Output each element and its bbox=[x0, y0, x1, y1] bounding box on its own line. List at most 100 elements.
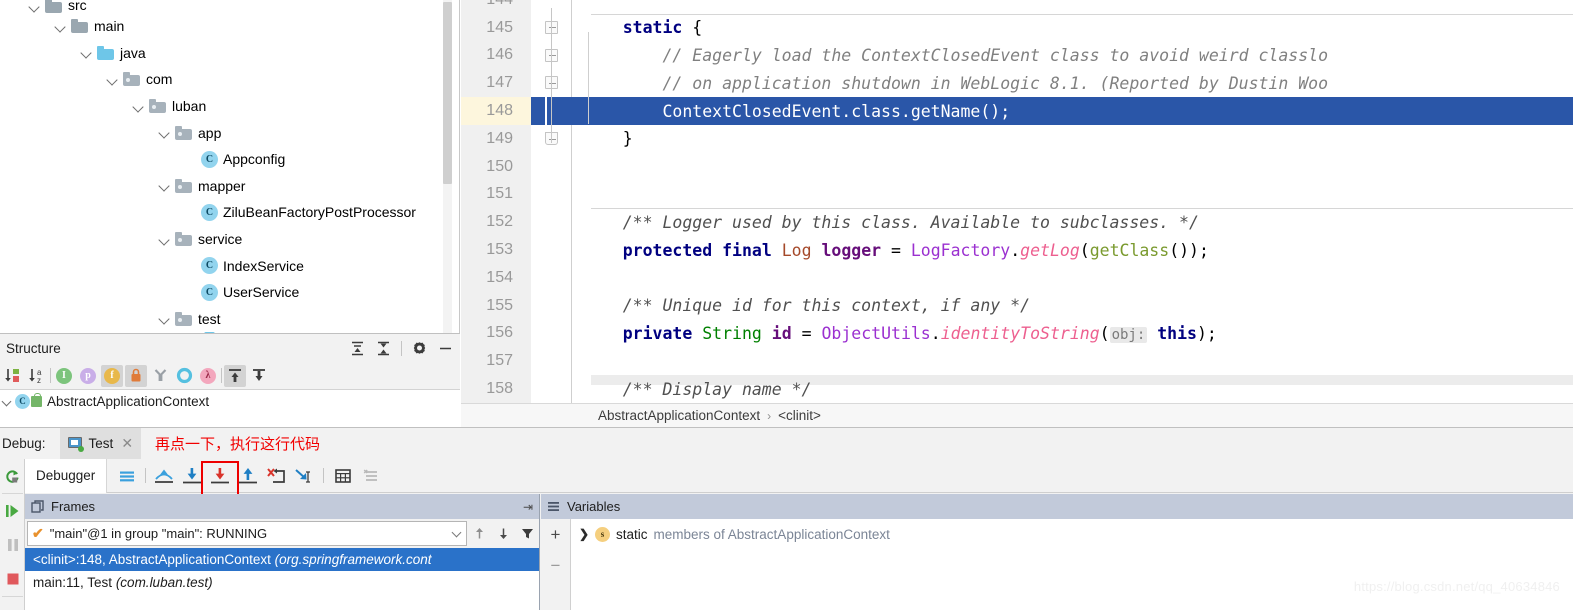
gear-icon[interactable] bbox=[411, 340, 428, 357]
frame-row[interactable]: <clinit>:148, AbstractApplicationContext… bbox=[25, 548, 539, 571]
project-tree-item[interactable]: main bbox=[0, 13, 460, 40]
project-tree-item-label: com bbox=[146, 71, 173, 88]
chevron-down-icon[interactable] bbox=[132, 100, 145, 113]
project-tree-item[interactable]: C ZiluBeanFactoryPostProcessor bbox=[0, 199, 460, 226]
expand-all-icon[interactable] bbox=[349, 340, 366, 357]
structure-root-node[interactable]: C AbstractApplicationContext bbox=[0, 390, 460, 412]
force-step-into-button[interactable] bbox=[207, 463, 233, 489]
project-tree-item[interactable]: C Appconfig bbox=[0, 146, 460, 173]
chevron-right-icon[interactable]: ❯ bbox=[579, 527, 589, 541]
sort-alphabetically-icon[interactable]: a z bbox=[26, 365, 48, 387]
project-tree-item-label: app bbox=[198, 124, 222, 141]
code-line[interactable]: 157 bbox=[461, 347, 1573, 375]
remove-watch-button[interactable]: − bbox=[541, 550, 571, 581]
close-icon[interactable]: ✕ bbox=[121, 435, 133, 452]
project-tree-item[interactable]: luban bbox=[0, 93, 460, 120]
stop-button[interactable] bbox=[0, 562, 25, 596]
resume-program-button[interactable] bbox=[0, 494, 25, 528]
project-tree-item[interactable]: test bbox=[0, 306, 460, 333]
evaluate-expression-button[interactable] bbox=[330, 463, 356, 489]
chevron-down-icon[interactable] bbox=[158, 312, 171, 325]
thread-selector[interactable]: ✔ "main"@1 in group "main": RUNNING bbox=[27, 521, 467, 546]
mute-breakpoints-button[interactable] bbox=[358, 463, 384, 489]
fold-marker-icon[interactable] bbox=[545, 48, 559, 63]
step-over-button[interactable] bbox=[151, 463, 177, 489]
show-execution-point-button[interactable] bbox=[114, 463, 140, 489]
line-number: 158 bbox=[486, 380, 513, 398]
run-to-cursor-button[interactable] bbox=[291, 463, 317, 489]
fold-marker-icon[interactable] bbox=[545, 76, 559, 90]
collapse-all-icon[interactable] bbox=[375, 340, 392, 357]
frame-row[interactable]: main:11, Test (com.luban.test) bbox=[25, 571, 539, 594]
fold-marker-icon[interactable] bbox=[545, 20, 559, 35]
breadcrumb-item-class[interactable]: AbstractApplicationContext bbox=[598, 408, 760, 423]
code-line[interactable]: 149 } bbox=[461, 125, 1573, 153]
project-tree-item[interactable]: C UserService bbox=[0, 279, 460, 306]
project-tree-panel[interactable]: src main java com luban app C Appconfig mapper C Z… bbox=[0, 0, 460, 333]
frames-down-button[interactable] bbox=[491, 521, 515, 547]
frames-up-button[interactable] bbox=[467, 521, 491, 547]
code-line[interactable]: 148 ContextClosedEvent.class.getName(); bbox=[461, 97, 1573, 125]
project-tree-item[interactable]: java bbox=[0, 40, 460, 67]
code-line[interactable]: 144 bbox=[461, 0, 1573, 14]
code-line[interactable]: 154 bbox=[461, 264, 1573, 292]
chevron-down-icon[interactable] bbox=[2, 396, 13, 407]
breadcrumb-item-member[interactable]: <clinit> bbox=[778, 408, 821, 423]
project-tree-item-label: main bbox=[94, 18, 125, 35]
fold-marker-icon[interactable] bbox=[545, 132, 559, 146]
chevron-down-icon[interactable] bbox=[28, 0, 41, 13]
show-non-public-icon[interactable] bbox=[125, 364, 147, 387]
show-anonymous-icon[interactable] bbox=[149, 365, 171, 387]
project-tree-item[interactable]: service bbox=[0, 226, 460, 253]
code-line[interactable]: 146 // Eagerly load the ContextClosedEve… bbox=[461, 42, 1573, 70]
autoscroll-to-source-icon[interactable] bbox=[224, 364, 246, 387]
code-line[interactable]: 152 /** Logger used by this class. Avail… bbox=[461, 208, 1573, 236]
code-editor[interactable]: 144145 static {146 // Eagerly load the C… bbox=[461, 0, 1573, 403]
show-properties-icon[interactable]: p bbox=[77, 365, 99, 387]
project-tree-item[interactable]: com bbox=[0, 66, 460, 93]
chevron-down-icon[interactable] bbox=[80, 46, 93, 59]
code-line[interactable]: 156 private String id = ObjectUtils.iden… bbox=[461, 320, 1573, 348]
code-line[interactable]: 150 bbox=[461, 153, 1573, 181]
show-inherited-icon[interactable]: I bbox=[53, 365, 75, 387]
code-line[interactable]: 147 // on application shutdown in WebLog… bbox=[461, 69, 1573, 97]
show-lambdas-icon[interactable]: λ bbox=[197, 365, 219, 387]
pause-program-button[interactable] bbox=[0, 528, 25, 562]
code-line[interactable]: 155 /** Unique id for this context, if a… bbox=[461, 292, 1573, 320]
variables-list[interactable]: ❯ s static members of AbstractApplicationCo… bbox=[571, 519, 1573, 610]
drop-frame-button[interactable] bbox=[263, 463, 289, 489]
project-tree-item-label: IndexService bbox=[223, 257, 304, 274]
breadcrumb[interactable]: AbstractApplicationContext › <clinit> bbox=[461, 403, 1573, 427]
tab-debugger[interactable]: Debugger bbox=[25, 458, 108, 493]
rerun-button[interactable] bbox=[0, 459, 25, 493]
hide-icon[interactable] bbox=[437, 340, 454, 357]
show-interfaces-icon[interactable] bbox=[173, 365, 195, 387]
chevron-down-icon[interactable] bbox=[158, 179, 171, 192]
code-line[interactable]: 151 bbox=[461, 181, 1573, 209]
project-tree-item[interactable]: app bbox=[0, 119, 460, 146]
autoscroll-from-source-icon[interactable] bbox=[248, 365, 270, 387]
step-out-button[interactable] bbox=[235, 463, 261, 489]
chevron-down-icon[interactable] bbox=[158, 126, 171, 139]
line-number: 148 bbox=[486, 102, 513, 120]
variable-row[interactable]: ❯ s static members of AbstractApplicationCo… bbox=[571, 523, 1573, 545]
settings-icon[interactable]: ⇥ bbox=[523, 500, 533, 514]
add-watch-button[interactable]: + bbox=[541, 519, 571, 550]
chevron-down-icon[interactable] bbox=[106, 73, 119, 86]
debug-session-tab[interactable]: Test ✕ bbox=[59, 428, 142, 459]
project-tree-item[interactable]: src bbox=[0, 0, 460, 13]
project-tree-item[interactable]: mapper bbox=[0, 173, 460, 200]
filter-frames-button[interactable] bbox=[515, 521, 539, 547]
sort-by-visibility-icon[interactable] bbox=[2, 365, 24, 387]
show-fields-icon[interactable]: f bbox=[101, 364, 123, 387]
ide-window: src main java com luban app C Appconfig mapper C Z… bbox=[0, 0, 1573, 610]
code-line[interactable]: 153 protected final Log logger = LogFact… bbox=[461, 236, 1573, 264]
code-line[interactable]: 158 /** Display name */ bbox=[461, 375, 1573, 403]
step-into-button[interactable] bbox=[179, 463, 205, 489]
toolbar-divider bbox=[50, 368, 51, 383]
code-line[interactable]: 145 static { bbox=[461, 14, 1573, 42]
project-tree-item[interactable]: C IndexService bbox=[0, 252, 460, 279]
chevron-down-icon[interactable] bbox=[453, 529, 462, 538]
chevron-down-icon[interactable] bbox=[158, 233, 171, 246]
chevron-down-icon[interactable] bbox=[54, 20, 67, 33]
